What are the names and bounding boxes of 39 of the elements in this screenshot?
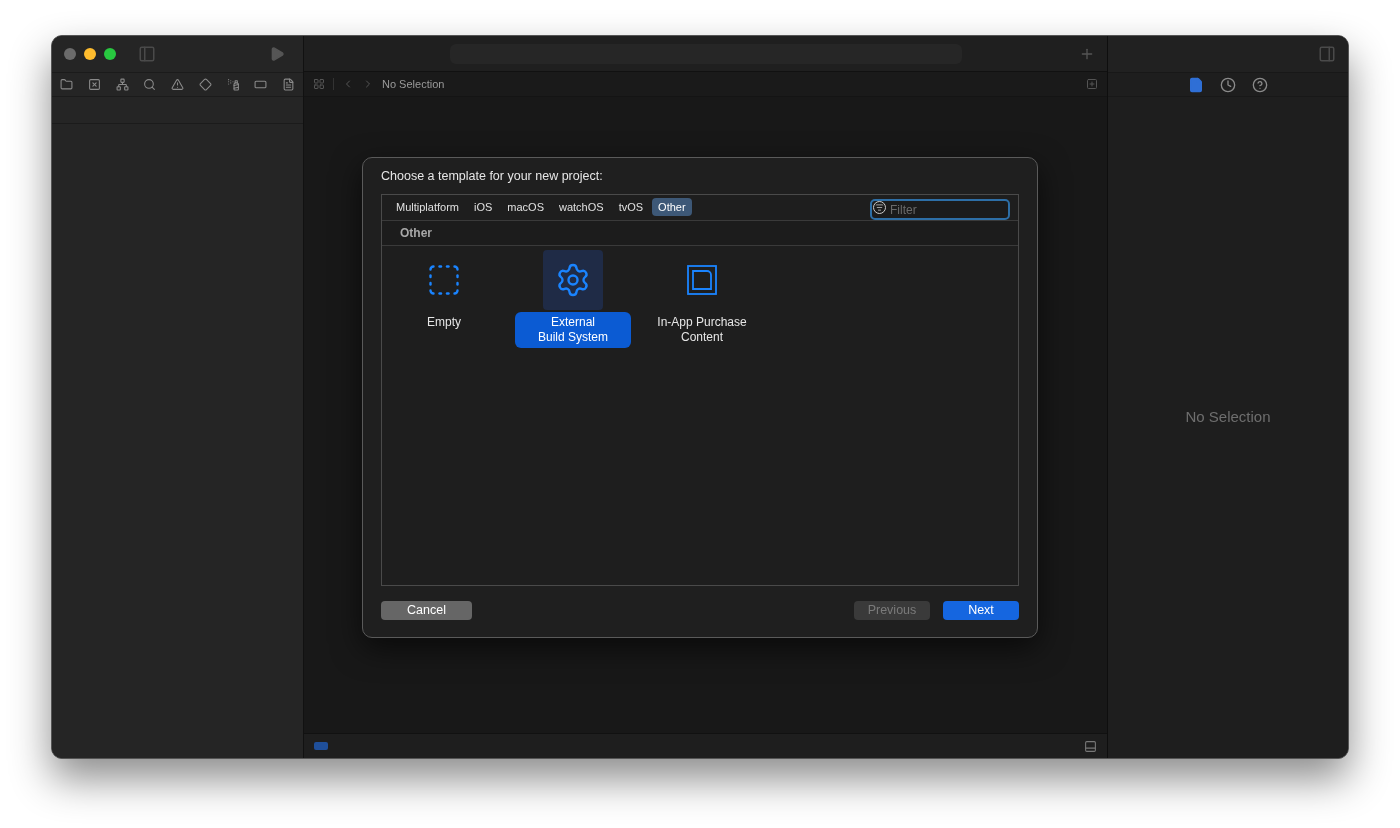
minimize-window-button[interactable] xyxy=(84,48,96,60)
spray-can-icon[interactable] xyxy=(226,78,240,91)
platform-tab[interactable]: tvOS xyxy=(612,198,650,217)
tag-shape-icon[interactable] xyxy=(254,78,268,91)
help-icon[interactable] xyxy=(1252,76,1268,93)
folder-icon[interactable] xyxy=(60,78,73,91)
platform-tab[interactable]: iOS xyxy=(467,198,499,217)
run-icon[interactable] xyxy=(269,46,285,62)
next-button[interactable]: Next xyxy=(943,601,1019,620)
template-item[interactable]: In-App Purchase Content xyxy=(644,249,760,348)
square-x-icon[interactable] xyxy=(87,78,101,91)
report-icon[interactable] xyxy=(282,78,295,91)
sidebar-toggle-icon[interactable] xyxy=(138,45,156,63)
platform-tab[interactable]: Multiplatform xyxy=(390,198,465,217)
platform-tab[interactable]: Other xyxy=(652,198,692,217)
section-header: Other xyxy=(400,224,432,242)
cancel-button[interactable]: Cancel xyxy=(381,601,472,620)
close-window-button[interactable] xyxy=(64,48,76,60)
no-selection-message: No Selection xyxy=(1185,407,1271,428)
diamond-icon[interactable] xyxy=(198,78,212,91)
template-item[interactable]: External Build System xyxy=(515,249,631,348)
file-icon[interactable] xyxy=(1188,76,1204,93)
warning-icon[interactable] xyxy=(171,78,184,91)
hierarchy-icon[interactable] xyxy=(115,78,129,91)
document-frame-icon xyxy=(686,263,718,296)
platform-tab[interactable]: watchOS xyxy=(553,198,610,217)
gear-icon xyxy=(555,261,591,298)
search-icon[interactable] xyxy=(143,78,157,91)
jump-bar-path: No Selection xyxy=(382,76,445,92)
add-editor-icon[interactable] xyxy=(1086,78,1098,90)
clock-icon[interactable] xyxy=(1220,76,1236,93)
template-item[interactable]: Empty xyxy=(386,249,502,348)
bottom-panel-icon[interactable] xyxy=(1084,739,1097,753)
dialog-title: Choose a template for your new project: xyxy=(381,168,604,185)
inspector-toggle-icon[interactable] xyxy=(1318,45,1336,63)
zoom-window-button[interactable] xyxy=(104,48,116,60)
grid-icon[interactable] xyxy=(313,78,325,90)
platform-tab[interactable]: macOS xyxy=(501,198,550,217)
filter-field[interactable]: Filter xyxy=(870,199,1010,221)
